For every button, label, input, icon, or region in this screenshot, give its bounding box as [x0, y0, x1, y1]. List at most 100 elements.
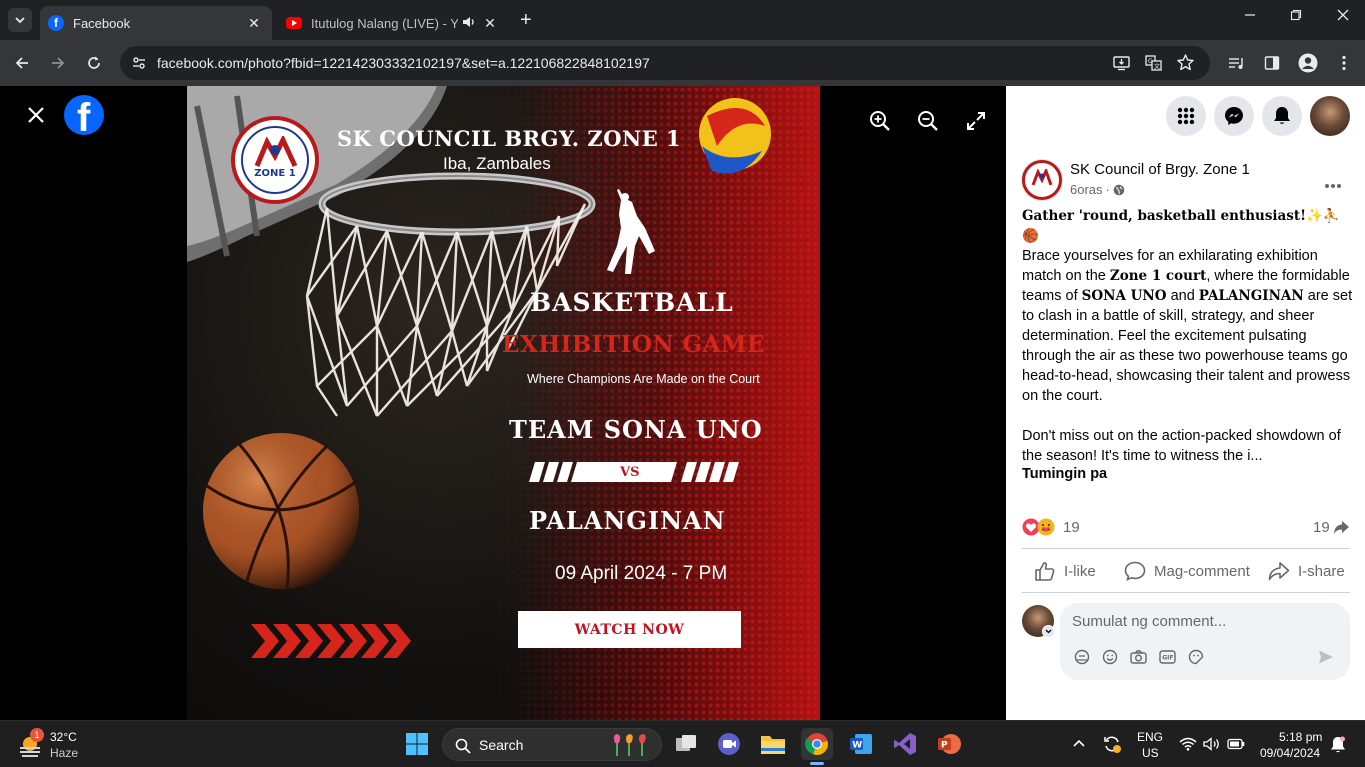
divider	[1022, 592, 1350, 593]
menu-grid-button[interactable]	[1166, 96, 1206, 136]
logo-zone-text: ZONE 1	[254, 168, 296, 179]
chrome-button[interactable]	[801, 728, 833, 765]
file-explorer-button[interactable]	[757, 728, 789, 760]
video-call-icon	[718, 733, 740, 755]
share-summary[interactable]: 19	[1313, 519, 1350, 536]
sync-status-icon[interactable]	[1102, 734, 1122, 754]
tulips-highlight-icon	[613, 734, 646, 756]
language-primary[interactable]: ENG	[1137, 730, 1163, 744]
avatar-sticker-icon[interactable]	[1074, 649, 1090, 665]
clock-date[interactable]: 09/04/2024	[1260, 746, 1320, 760]
see-more-link[interactable]: Tumingin pa	[1022, 466, 1107, 482]
word-button[interactable]: W	[845, 728, 877, 760]
share-label: I-share	[1298, 562, 1345, 580]
poster-org-title: SK COUNCIL BRGY. ZONE 1	[337, 126, 682, 151]
close-tab-icon[interactable]: ✕	[480, 15, 500, 32]
messenger-button[interactable]	[1214, 96, 1254, 136]
window-close-icon[interactable]	[1331, 8, 1355, 24]
account-avatar[interactable]	[1310, 96, 1350, 136]
reload-icon[interactable]	[82, 51, 106, 75]
translate-icon[interactable]: G文	[1145, 55, 1162, 76]
zoom-out-icon[interactable]	[916, 109, 940, 138]
restore-icon[interactable]	[1284, 8, 1308, 24]
wifi-icon[interactable]	[1179, 737, 1197, 751]
powerpoint-button[interactable]: P	[933, 728, 965, 760]
address-bar[interactable]: facebook.com/photo?fbid=1221423033321021…	[120, 46, 1210, 80]
tab-title: Facebook	[73, 15, 131, 31]
close-viewer-icon[interactable]	[24, 103, 48, 127]
reaction-summary[interactable]: 19	[1022, 518, 1080, 536]
taskbar-search-box[interactable]: Search	[442, 728, 662, 761]
notification-bell-icon[interactable]	[1330, 736, 1346, 754]
poster-tagline: Where Champions Are Made on the Court	[527, 372, 760, 386]
share-button[interactable]: I-share	[1268, 560, 1345, 582]
notifications-button[interactable]	[1262, 96, 1302, 136]
share-count: 19	[1313, 519, 1330, 536]
battery-icon[interactable]	[1227, 738, 1245, 750]
close-tab-icon[interactable]: ✕	[244, 15, 264, 32]
globe-icon	[1113, 184, 1125, 195]
minimize-icon[interactable]	[1238, 8, 1262, 24]
page-avatar[interactable]	[1022, 160, 1062, 200]
tab-facebook[interactable]: f Facebook ✕	[40, 6, 272, 40]
profile-icon[interactable]	[1296, 51, 1320, 75]
comment-placeholder: Sumulat ng comment...	[1072, 613, 1227, 630]
post-first-line-text: Gather 'round, basketball enthusiast!✨⛹️…	[1022, 208, 1340, 244]
post-bold-segment: Zone 1 court	[1109, 268, 1207, 284]
weather-widget[interactable]: 1 32°C Haze	[18, 728, 108, 761]
task-view-button[interactable]	[670, 728, 702, 760]
audio-playing-icon[interactable]	[458, 15, 480, 32]
tab-search-button[interactable]	[8, 8, 32, 32]
search-icon	[455, 738, 471, 754]
bookmark-star-icon[interactable]	[1177, 54, 1194, 76]
start-button[interactable]	[401, 728, 433, 760]
media-control-icon[interactable]	[1224, 51, 1248, 75]
svg-text:W: W	[852, 741, 862, 751]
visual-studio-button[interactable]	[889, 728, 921, 760]
post-author[interactable]: SK Council of Brgy. Zone 1	[1070, 161, 1250, 178]
share-count-icon	[1333, 521, 1349, 534]
tab-youtube[interactable]: Itutulog Nalang (LIVE) - You ✕	[278, 6, 508, 40]
camera-icon[interactable]	[1130, 649, 1147, 665]
meet-app-button[interactable]	[713, 728, 745, 760]
poster-heading-exhibition: EXHIBITION GAME	[502, 331, 765, 358]
comment-button[interactable]: Mag-comment	[1124, 560, 1250, 582]
send-icon[interactable]	[1318, 649, 1334, 665]
post-first-line: Gather 'round, basketball enthusiast!✨⛹️…	[1022, 206, 1356, 246]
fullscreen-icon[interactable]	[966, 111, 986, 136]
photo-viewer: f ZONE 1 SK COUNCIL BRGY. ZONE 1 Iba, Za…	[0, 86, 1006, 720]
sticker-icon[interactable]	[1188, 649, 1204, 665]
poster-watch-now-button: WATCH NOW	[518, 611, 741, 648]
sk-zone1-logo: ZONE 1	[231, 116, 319, 204]
bell-icon	[1274, 107, 1290, 124]
like-button[interactable]: I-like	[1034, 560, 1096, 582]
clock-time[interactable]: 5:18 pm	[1279, 730, 1322, 744]
comment-box[interactable]: Sumulat ng comment... GIF	[1060, 603, 1350, 680]
grid-menu-icon	[1177, 107, 1195, 125]
show-hidden-icons-icon[interactable]	[1072, 738, 1086, 748]
post-options-icon[interactable]	[1324, 176, 1342, 194]
volume-icon[interactable]	[1203, 737, 1221, 751]
event-poster-image[interactable]: ZONE 1 SK COUNCIL BRGY. ZONE 1 Iba, Zamb…	[187, 86, 820, 720]
post-time[interactable]: 6oras	[1070, 182, 1103, 197]
youtube-favicon-icon	[286, 17, 302, 29]
chrome-icon	[805, 733, 828, 756]
back-arrow-icon[interactable]	[10, 51, 34, 75]
forward-arrow-icon[interactable]	[46, 51, 70, 75]
gif-icon[interactable]: GIF	[1159, 649, 1176, 665]
zoom-in-icon[interactable]	[868, 109, 892, 138]
emoji-icon[interactable]	[1102, 649, 1118, 665]
poster-team2: PALANGINAN	[529, 506, 726, 535]
new-tab-button[interactable]: +	[520, 10, 532, 30]
side-panel-icon[interactable]	[1260, 51, 1284, 75]
task-view-icon	[676, 735, 696, 751]
url-text: facebook.com/photo?fbid=1221423033321021…	[157, 55, 650, 71]
chrome-menu-icon[interactable]	[1332, 51, 1356, 75]
site-info-icon[interactable]	[131, 55, 147, 76]
commenter-avatar[interactable]	[1022, 605, 1055, 638]
language-secondary[interactable]: US	[1142, 746, 1159, 760]
avatar-dropdown-icon[interactable]	[1042, 625, 1055, 638]
install-app-icon[interactable]	[1113, 55, 1130, 76]
poster-vs: VS	[620, 465, 640, 480]
facebook-logo-icon[interactable]: f	[64, 95, 104, 135]
